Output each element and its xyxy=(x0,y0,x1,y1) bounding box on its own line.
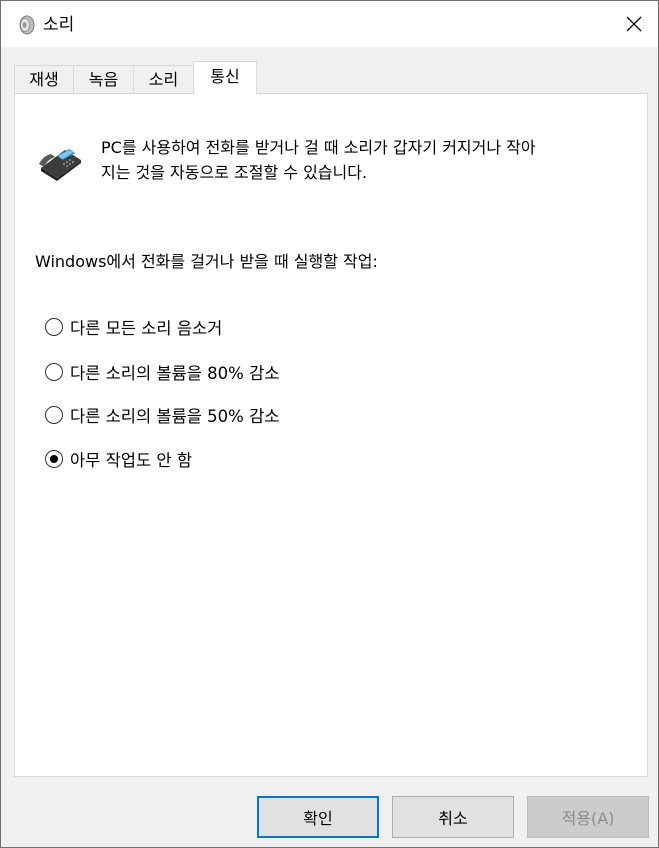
tab-sounds[interactable]: 소리 xyxy=(133,65,194,93)
speaker-icon xyxy=(19,15,35,35)
communications-panel: PC를 사용하여 전화를 받거나 걸 때 소리가 갑자기 커지거나 작아 지는 … xyxy=(14,93,648,777)
close-icon xyxy=(626,16,642,32)
radio-button[interactable] xyxy=(45,363,63,381)
description-text: PC를 사용하여 전화를 받거나 걸 때 소리가 갑자기 커지거나 작아 지는 … xyxy=(101,135,631,185)
option-mute-all[interactable]: 다른 모든 소리 음소거 xyxy=(45,314,222,340)
description-line-2: 지는 것을 자동으로 조절할 수 있습니다. xyxy=(101,163,368,182)
option-do-nothing[interactable]: 아무 작업도 안 함 xyxy=(45,446,192,472)
action-prompt: Windows에서 전화를 걸거나 받을 때 실행할 작업: xyxy=(35,252,378,271)
radio-button-selected[interactable] xyxy=(45,450,63,468)
ok-button[interactable]: 확인 xyxy=(257,796,379,838)
title-bar: 소리 xyxy=(1,1,658,47)
tab-playback[interactable]: 재생 xyxy=(14,65,74,93)
sound-dialog: 소리 재생 녹음 소리 통신 PC를 사용하여 전화를 받거나 걸 때 소리가 … xyxy=(0,0,659,848)
tab-communications[interactable]: 통신 xyxy=(193,61,257,94)
option-label: 아무 작업도 안 함 xyxy=(70,451,192,470)
tab-recording[interactable]: 녹음 xyxy=(73,65,134,93)
description-line-1: PC를 사용하여 전화를 받거나 걸 때 소리가 갑자기 커지거나 작아 xyxy=(101,138,536,157)
telephone-icon xyxy=(39,149,81,181)
option-reduce-80[interactable]: 다른 소리의 볼륨을 80% 감소 xyxy=(45,359,279,385)
window-title: 소리 xyxy=(43,15,75,35)
radio-button[interactable] xyxy=(45,318,63,336)
close-button[interactable] xyxy=(610,1,658,47)
radio-button[interactable] xyxy=(45,406,63,424)
option-reduce-50[interactable]: 다른 소리의 볼륨을 50% 감소 xyxy=(45,402,279,428)
option-label: 다른 소리의 볼륨을 80% 감소 xyxy=(70,364,280,383)
cancel-button[interactable]: 취소 xyxy=(392,796,514,838)
apply-button[interactable]: 적용(A) xyxy=(527,796,649,838)
option-label: 다른 소리의 볼륨을 50% 감소 xyxy=(70,407,280,426)
option-label: 다른 모든 소리 음소거 xyxy=(70,319,223,338)
